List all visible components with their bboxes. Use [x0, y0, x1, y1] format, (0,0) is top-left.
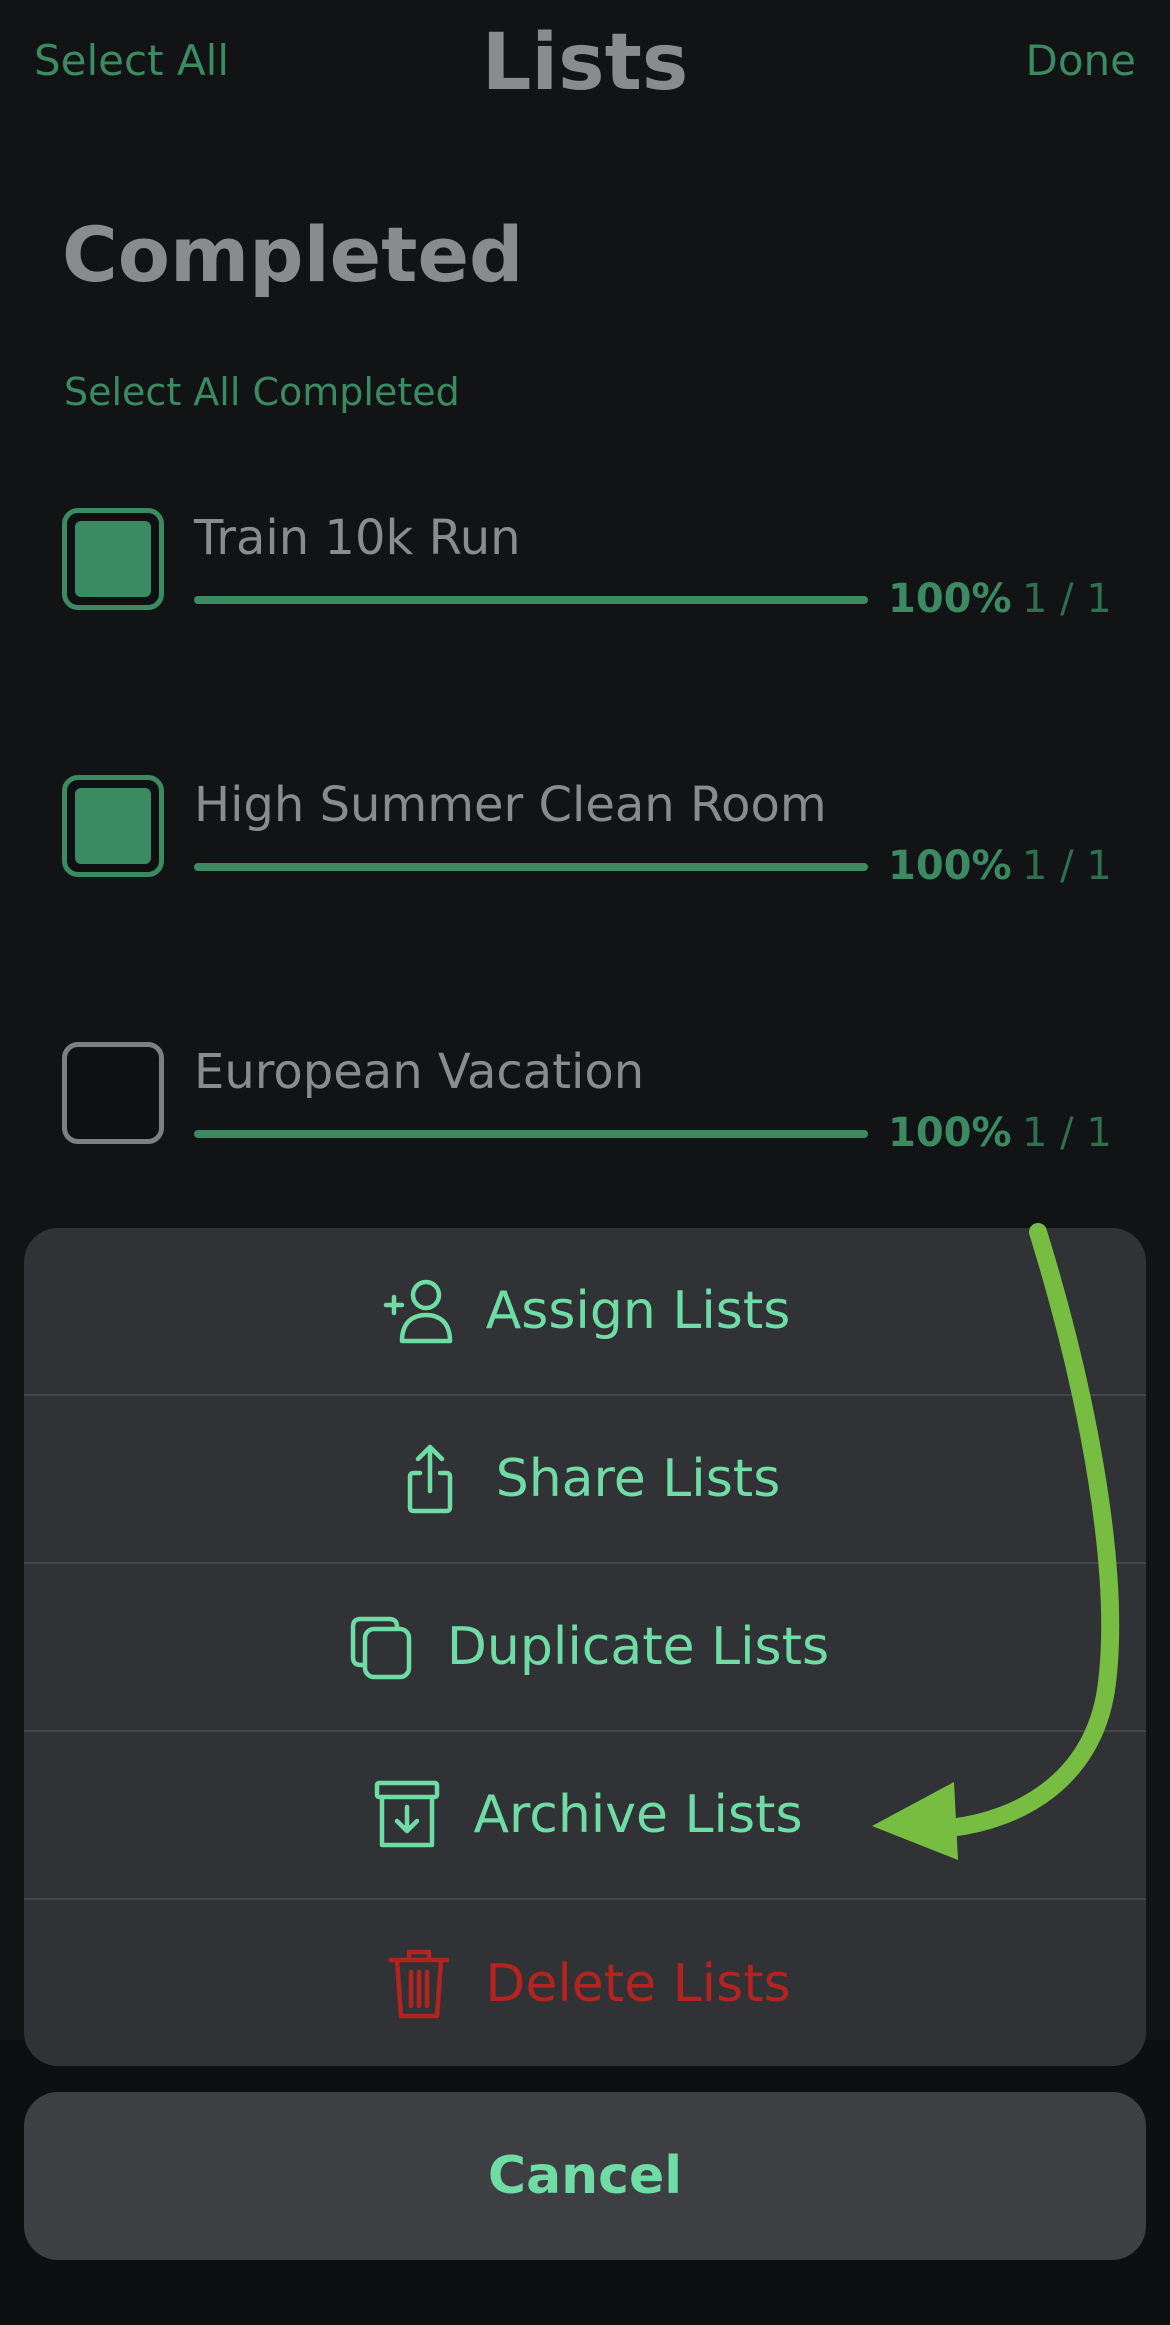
progress-count: 1 / 1 — [1022, 843, 1112, 889]
list-name: High Summer Clean Room — [194, 777, 827, 833]
action-sheet: Assign Lists Share Lists Duplicate Lists… — [24, 1228, 1146, 2066]
archive-lists-button[interactable]: Archive Lists — [24, 1732, 1146, 1900]
trash-icon — [389, 1949, 450, 2019]
checkbox[interactable] — [62, 508, 164, 610]
checkbox[interactable] — [62, 1042, 164, 1144]
assign-lists-button[interactable]: Assign Lists — [24, 1228, 1146, 1396]
archive-box-icon — [375, 1780, 440, 1848]
cancel-button[interactable]: Cancel — [24, 2092, 1146, 2260]
list-item[interactable]: High Summer Clean Room 100% 1 / 1 — [0, 775, 1170, 895]
page-title: Lists — [481, 18, 689, 108]
list-name: Train 10k Run — [194, 510, 521, 566]
progress-bar — [194, 863, 868, 871]
list-name: European Vacation — [194, 1044, 645, 1100]
list-item[interactable]: Train 10k Run 100% 1 / 1 — [0, 508, 1170, 628]
share-lists-button[interactable]: Share Lists — [24, 1396, 1146, 1564]
share-lists-label: Share Lists — [495, 1449, 781, 1509]
lists-screen: Select All Lists Done Completed Select A… — [0, 0, 1170, 2325]
archive-lists-label: Archive Lists — [473, 1785, 803, 1845]
list-item[interactable]: European Vacation 100% 1 / 1 — [0, 1042, 1170, 1162]
add-person-icon — [383, 1279, 452, 1344]
progress-count: 1 / 1 — [1022, 576, 1112, 622]
select-all-completed-button[interactable]: Select All Completed — [64, 370, 460, 414]
progress-percent: 100% — [888, 1110, 1012, 1156]
progress-bar — [194, 1130, 868, 1138]
delete-lists-label: Delete Lists — [485, 1954, 791, 2014]
progress-bar — [194, 596, 868, 604]
duplicate-icon — [350, 1616, 412, 1680]
progress-percent: 100% — [888, 843, 1012, 889]
share-icon — [407, 1444, 452, 1514]
progress-percent: 100% — [888, 576, 1012, 622]
section-title: Completed — [62, 210, 524, 299]
duplicate-lists-button[interactable]: Duplicate Lists — [24, 1564, 1146, 1732]
checkbox[interactable] — [62, 775, 164, 877]
done-button[interactable]: Done — [1026, 36, 1137, 85]
progress-count: 1 / 1 — [1022, 1110, 1112, 1156]
cancel-label: Cancel — [487, 2146, 683, 2206]
duplicate-lists-label: Duplicate Lists — [446, 1617, 830, 1677]
assign-lists-label: Assign Lists — [485, 1281, 791, 1341]
delete-lists-button[interactable]: Delete Lists — [24, 1900, 1146, 2066]
